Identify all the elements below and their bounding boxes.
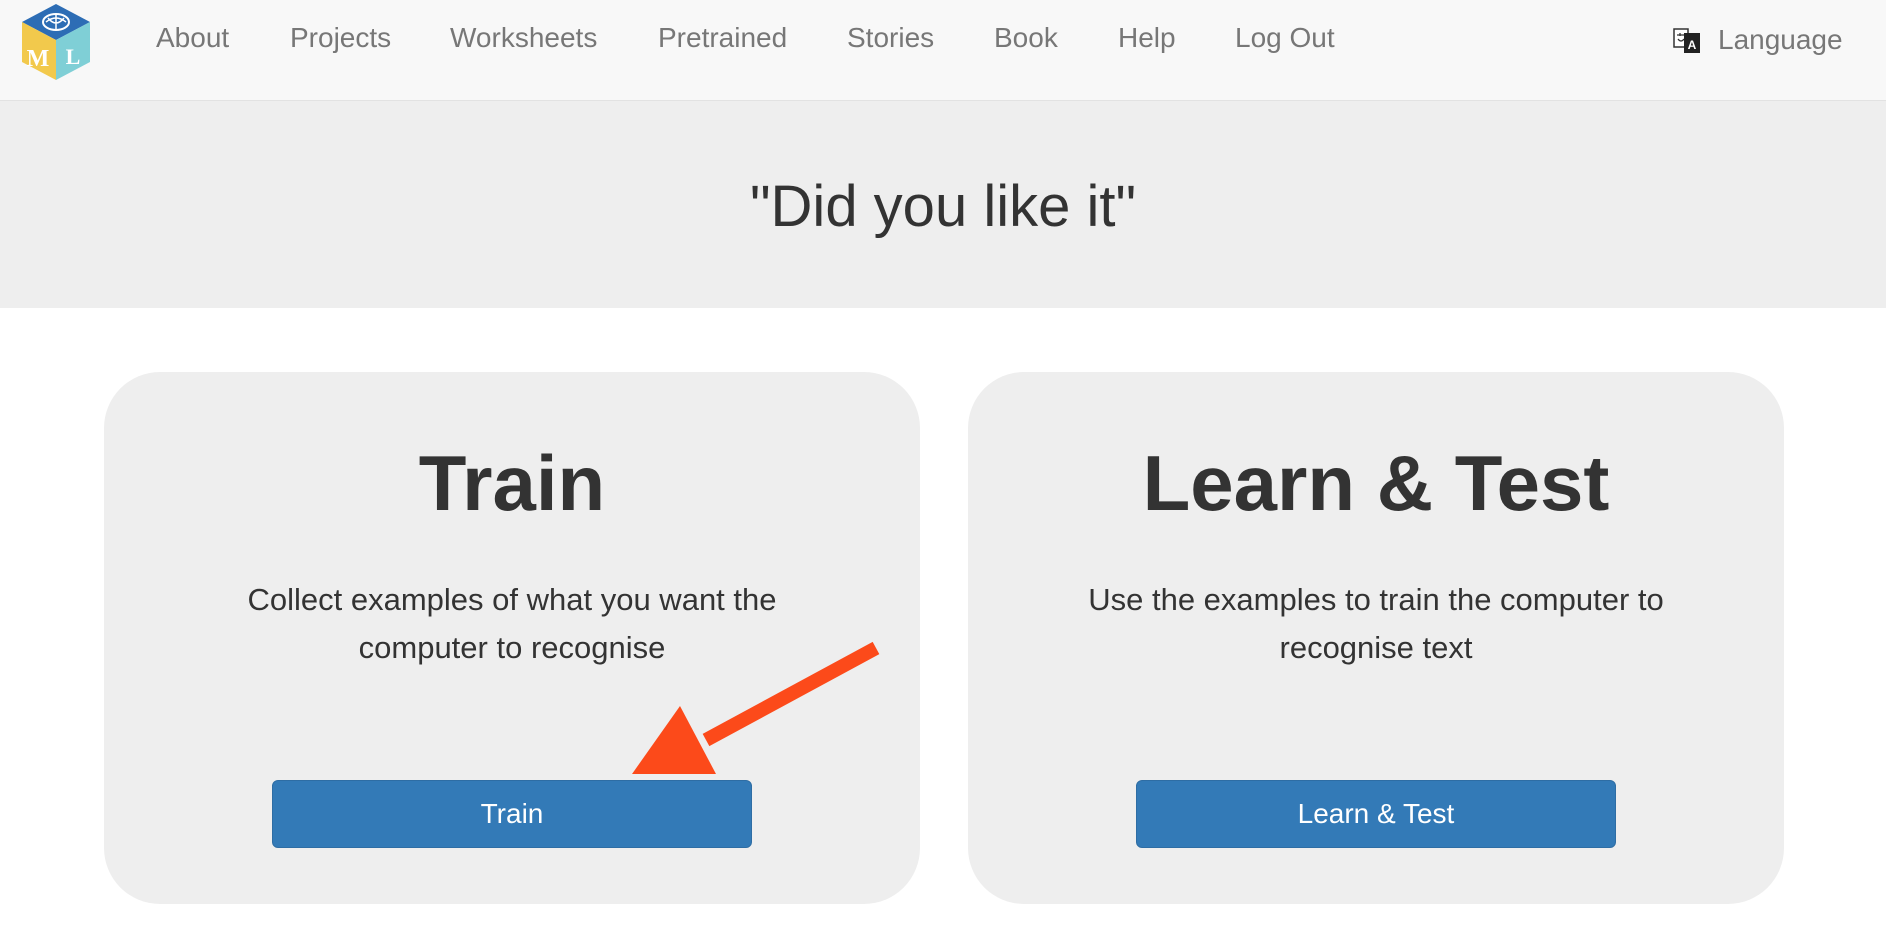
- logo-letter-m: M: [27, 46, 50, 72]
- translate-icon: A: [1673, 28, 1700, 53]
- svg-text:A: A: [1688, 38, 1697, 52]
- language-label: Language: [1718, 24, 1843, 55]
- nav-pretrained[interactable]: Pretrained: [658, 22, 787, 54]
- learn-test-card: Learn & Test Use the examples to train t…: [968, 372, 1784, 904]
- train-card-title: Train: [418, 439, 606, 527]
- nav-help[interactable]: Help: [1118, 22, 1176, 54]
- nav-projects[interactable]: Projects: [290, 22, 391, 54]
- nav-worksheets[interactable]: Worksheets: [450, 22, 597, 54]
- nav-log-out[interactable]: Log Out: [1235, 22, 1335, 54]
- learn-test-card-title: Learn & Test: [1142, 439, 1610, 527]
- page-title: "Did you like it": [749, 174, 1137, 239]
- nav-stories[interactable]: Stories: [847, 22, 934, 54]
- ml-logo-icon[interactable]: M L: [20, 2, 92, 82]
- logo-letter-l: L: [66, 44, 81, 69]
- language-menu[interactable]: A Language: [1672, 24, 1843, 56]
- train-button[interactable]: Train: [272, 780, 752, 848]
- learn-test-card-description: Use the examples to train the computer t…: [1088, 582, 1664, 665]
- project-header: "Did you like it": [0, 101, 1886, 308]
- learn-test-button[interactable]: Learn & Test: [1136, 780, 1616, 848]
- nav-about[interactable]: About: [156, 22, 229, 54]
- nav-book[interactable]: Book: [994, 22, 1058, 54]
- annotation-arrow-icon: [632, 641, 880, 774]
- navbar: M L About Projects Worksheets Pretrained…: [0, 0, 1886, 101]
